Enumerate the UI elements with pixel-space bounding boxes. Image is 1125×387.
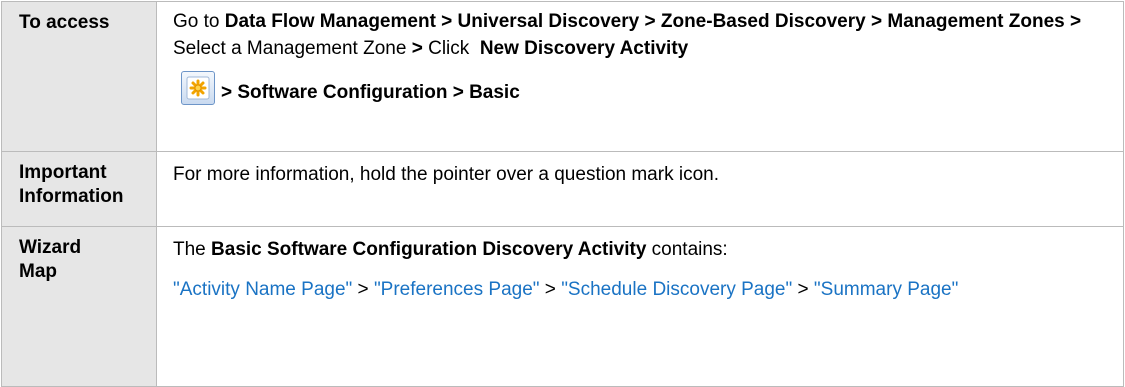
intro-prefix: The xyxy=(173,239,212,260)
link-separator: > xyxy=(792,279,814,300)
row-wizard-map: Wizard Map The Basic Software Configurat… xyxy=(1,226,1124,387)
info-table: To access Go to Data Flow Management > U… xyxy=(1,1,1124,387)
menu-path-part-1: Data Flow Management > Universal Discove… xyxy=(224,11,1082,32)
label-line-2: Map xyxy=(19,261,57,282)
link-separator: > xyxy=(352,279,374,300)
label-wizard-map: Wizard Map xyxy=(1,226,157,387)
label-to-access: To access xyxy=(1,1,157,152)
label-text: To access xyxy=(19,12,110,33)
activity-name: Basic Software Configuration Discovery A… xyxy=(211,239,647,260)
link-summary-page[interactable]: "Summary Page" xyxy=(814,279,958,300)
text-click: Click xyxy=(422,38,475,59)
wizard-links: "Activity Name Page" > "Preferences Page… xyxy=(173,276,1113,303)
content-wizard-map: The Basic Software Configuration Discove… xyxy=(156,226,1124,387)
new-discovery-activity-icon xyxy=(181,71,215,105)
menu-path-part-2: New Discovery Activity xyxy=(479,38,689,59)
menu-path-part-3: > Software Configuration > Basic xyxy=(221,82,520,103)
content-important-information: For more information, hold the pointer o… xyxy=(156,151,1124,227)
label-important-information: Important Information xyxy=(1,151,157,227)
text-go-to: Go to xyxy=(173,11,225,32)
wizard-intro: The Basic Software Configuration Discove… xyxy=(173,236,1113,263)
content-to-access: Go to Data Flow Management > Universal D… xyxy=(156,1,1124,152)
label-line-2: Information xyxy=(19,186,124,207)
important-text: For more information, hold the pointer o… xyxy=(173,164,719,185)
row-important-information: Important Information For more informati… xyxy=(1,151,1124,227)
access-instructions: Go to Data Flow Management > Universal D… xyxy=(173,8,1113,62)
link-preferences-page[interactable]: "Preferences Page" xyxy=(374,279,540,300)
arrow-separator: > xyxy=(411,38,423,59)
label-line-1: Important xyxy=(19,162,107,183)
link-activity-name-page[interactable]: "Activity Name Page" xyxy=(173,279,352,300)
access-line-3: > Software Configuration > Basic xyxy=(173,71,1113,113)
text-select-zone: Select a Management Zone xyxy=(173,38,412,59)
row-to-access: To access Go to Data Flow Management > U… xyxy=(1,1,1124,152)
link-separator: > xyxy=(539,279,562,300)
intro-suffix: contains: xyxy=(646,239,728,260)
label-line-1: Wizard xyxy=(19,237,82,258)
link-schedule-discovery-page[interactable]: "Schedule Discovery Page" xyxy=(561,279,792,300)
